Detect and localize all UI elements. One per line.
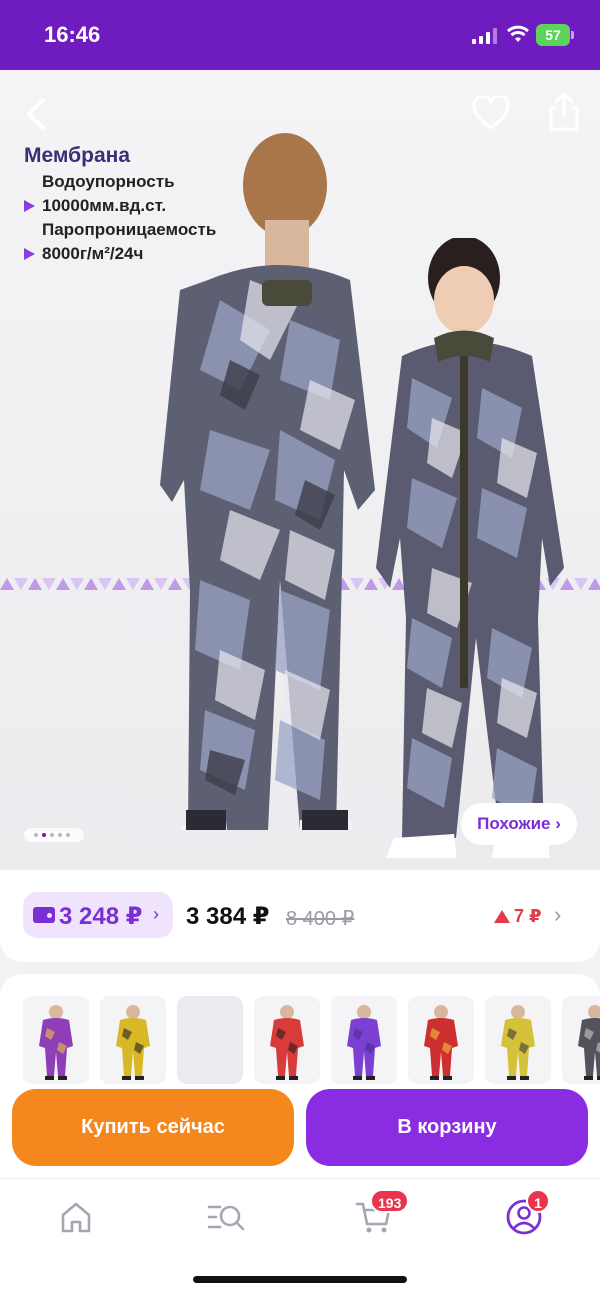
catalog-search-icon[interactable]: [206, 1197, 246, 1237]
buy-now-button[interactable]: Купить сейчас: [12, 1089, 294, 1166]
variant-thumbnail[interactable]: [177, 996, 243, 1084]
feature-line: 10000мм.вд.ст.: [42, 196, 167, 215]
variant-thumbnail[interactable]: [254, 996, 320, 1084]
image-pager: [24, 828, 84, 842]
battery-icon: 57: [536, 24, 574, 46]
cart-count-badge: 193: [370, 1189, 410, 1213]
favorite-heart-icon[interactable]: [472, 96, 510, 132]
wifi-icon: [507, 25, 529, 42]
add-to-cart-button[interactable]: В корзину: [306, 1089, 588, 1166]
pager-dot: [34, 833, 38, 837]
model-front-view: [376, 238, 564, 858]
pager-dot: [58, 833, 62, 837]
battery-level: 57: [536, 24, 570, 46]
status-time: 16:46: [44, 22, 101, 47]
bullet-triangle-icon: [24, 200, 35, 212]
trend-up-icon: [494, 910, 510, 923]
status-bar: 16:46 57: [0, 0, 600, 70]
wallet-icon: [33, 907, 55, 923]
price-card: 3 248 ₽ › 3 384 ₽ 8 400 ₽ 7 ₽ ›: [0, 870, 600, 962]
pager-dot: [50, 833, 54, 837]
back-arrow-icon[interactable]: [22, 96, 52, 132]
pager-dot-active: [42, 833, 46, 837]
model-back-view: [160, 133, 375, 830]
variant-thumbnail[interactable]: [331, 996, 397, 1084]
price-trend[interactable]: 7 ₽: [494, 906, 542, 927]
old-price: 8 400 ₽: [286, 908, 355, 930]
wallet-price: 3 248 ₽: [59, 903, 143, 930]
feature-line: 8000г/м²/24ч: [42, 244, 144, 263]
variant-thumbnail[interactable]: [485, 996, 551, 1084]
home-indicator: [193, 1276, 407, 1283]
bullet-triangle-icon: [24, 248, 35, 260]
share-icon[interactable]: [546, 92, 582, 132]
home-icon[interactable]: [56, 1197, 96, 1237]
feature-title: Мембрана: [24, 144, 130, 167]
pager-dot: [66, 833, 70, 837]
wallet-price-chip[interactable]: 3 248 ₽ ›: [23, 892, 173, 938]
variant-thumbnail[interactable]: [100, 996, 166, 1084]
profile-notification-badge: 1: [526, 1189, 550, 1213]
similar-products-button[interactable]: Похожие ›: [461, 803, 577, 845]
cellular-signal-icon: [472, 28, 497, 44]
variant-thumbnail[interactable]: [408, 996, 474, 1084]
variant-thumbnail[interactable]: [23, 996, 89, 1084]
chevron-right-icon: ›: [153, 904, 159, 924]
chevron-right-icon[interactable]: ›: [554, 902, 561, 928]
feature-line: Водоупорность: [42, 172, 175, 191]
current-price: 3 384 ₽: [186, 903, 270, 930]
price-trend-value: 7 ₽: [514, 906, 542, 926]
variant-thumbnail[interactable]: [562, 996, 600, 1084]
product-image-gallery[interactable]: Мембрана Водоупорность 10000мм.вд.ст. Па…: [0, 70, 600, 870]
